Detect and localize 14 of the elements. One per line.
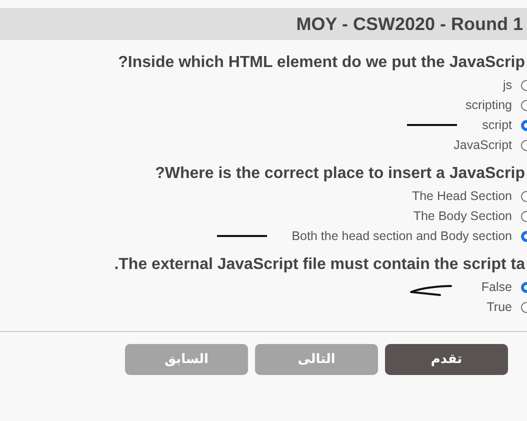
option-label: Both the head section and Body section — [292, 229, 512, 243]
nav-button[interactable]: تقدم — [385, 344, 508, 375]
option-label: JavaScript — [454, 138, 512, 152]
option-label: scripting — [465, 98, 512, 112]
option-label: False — [481, 280, 512, 294]
option-label: script — [482, 118, 512, 132]
option-label: The Head Section — [412, 189, 512, 203]
question-text: ?Inside which HTML element do we put the JavaScrip — [117, 54, 526, 72]
option-label: The Body Section — [413, 209, 512, 223]
option-label: True — [486, 300, 512, 314]
option-label: js — [502, 78, 512, 92]
quiz-title: MOY - CSW2020 - Round 1 — [296, 14, 523, 34]
question-text: ?Where is the correct place to insert a JavaScrip — [154, 165, 526, 183]
question-text: .The external JavaScript file must contain the script ta — [113, 256, 526, 274]
